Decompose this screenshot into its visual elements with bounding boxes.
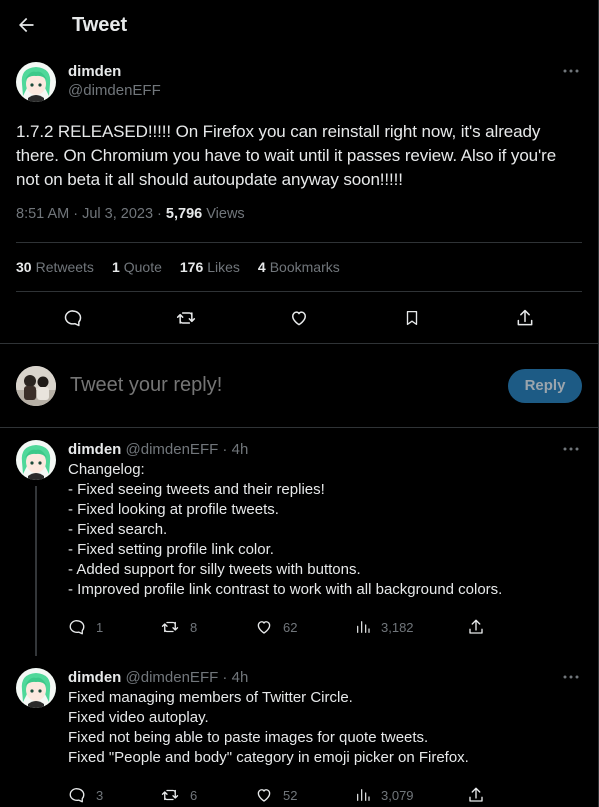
handle-time[interactable]: @dimdenEFF · 4h bbox=[121, 441, 249, 458]
share-icon[interactable] bbox=[514, 307, 536, 329]
back-arrow-icon[interactable] bbox=[16, 15, 36, 35]
thread-connector bbox=[35, 486, 37, 656]
views-count-button[interactable]: 3,079 bbox=[355, 787, 467, 803]
tweet-actions bbox=[0, 292, 598, 344]
avatar[interactable] bbox=[16, 62, 56, 102]
reply-header: dimden @dimdenEFF · 4h bbox=[68, 440, 582, 460]
retweet-count-button[interactable]: 6 bbox=[160, 786, 255, 804]
retweets-stat[interactable]: 30 Retweets bbox=[16, 259, 94, 275]
author-row: dimden @dimdenEFF bbox=[16, 62, 582, 110]
tweet-text: 1.7.2 RELEASED!!!!! On Firefox you can r… bbox=[16, 122, 557, 189]
reply-actions: 1 8 62 3,182 bbox=[68, 612, 582, 642]
page-header: Tweet bbox=[0, 0, 598, 50]
reply-icon[interactable] bbox=[62, 307, 84, 329]
views-count: 5,796 bbox=[165, 206, 203, 222]
display-name[interactable]: dimden bbox=[68, 63, 161, 81]
reply-header: dimden @dimdenEFF · 4h bbox=[68, 668, 582, 688]
user-avatar[interactable] bbox=[16, 365, 56, 406]
reply-input[interactable] bbox=[70, 374, 508, 397]
reply-text: Fixed managing members of Twitter Circle… bbox=[68, 689, 469, 766]
share-icon[interactable] bbox=[467, 786, 485, 804]
more-options-icon[interactable] bbox=[560, 62, 582, 80]
tweet-page: Tweet dimden @dimdenEFF 1.7.2 RELEASED!!… bbox=[0, 0, 599, 807]
handle-time[interactable]: @dimdenEFF · 4h bbox=[121, 669, 249, 686]
bookmarks-stat[interactable]: 4 Bookmarks bbox=[258, 259, 340, 275]
more-options-icon[interactable] bbox=[560, 668, 582, 686]
reply-button[interactable]: Reply bbox=[508, 368, 582, 403]
like-count-button[interactable]: 52 bbox=[255, 786, 355, 804]
bookmark-icon[interactable] bbox=[401, 307, 423, 329]
reply-count-button[interactable]: 3 bbox=[68, 786, 160, 804]
display-name[interactable]: dimden bbox=[68, 441, 121, 458]
page-title: Tweet bbox=[72, 13, 128, 36]
like-icon[interactable] bbox=[288, 307, 310, 329]
tweet-meta: 8:51 AM · Jul 3, 2023 · 5,796 Views bbox=[16, 206, 582, 226]
reply-actions: 3 6 52 3,079 bbox=[68, 780, 582, 807]
main-tweet: dimden @dimdenEFF 1.7.2 RELEASED!!!!! On… bbox=[0, 50, 598, 344]
views-label: Views bbox=[202, 206, 245, 222]
engagement-stats: 30 Retweets 1 Quote 176 Likes 4 Bookmarks bbox=[16, 242, 582, 292]
thread-reply-1[interactable]: dimden @dimdenEFF · 4h Changelog: - Fixe… bbox=[0, 428, 598, 656]
avatar[interactable] bbox=[16, 668, 56, 708]
share-icon[interactable] bbox=[467, 618, 485, 636]
quotes-stat[interactable]: 1 Quote bbox=[112, 259, 162, 275]
avatar[interactable] bbox=[16, 440, 56, 480]
handle[interactable]: @dimdenEFF bbox=[68, 81, 161, 101]
tweet-timestamp[interactable]: 8:51 AM · Jul 3, 2023 · bbox=[16, 206, 166, 222]
display-name[interactable]: dimden bbox=[68, 669, 121, 686]
reply-composer: Reply bbox=[0, 344, 598, 428]
more-options-icon[interactable] bbox=[560, 440, 582, 458]
reply-text: Changelog: - Fixed seeing tweets and the… bbox=[68, 461, 503, 598]
retweet-icon[interactable] bbox=[175, 307, 197, 329]
thread-reply-2[interactable]: dimden @dimdenEFF · 4h Fixed managing me… bbox=[0, 656, 598, 807]
retweet-count-button[interactable]: 8 bbox=[160, 618, 255, 636]
reply-count-button[interactable]: 1 bbox=[68, 618, 160, 636]
likes-stat[interactable]: 176 Likes bbox=[180, 259, 240, 275]
views-count-button[interactable]: 3,182 bbox=[355, 619, 467, 635]
like-count-button[interactable]: 62 bbox=[255, 618, 355, 636]
